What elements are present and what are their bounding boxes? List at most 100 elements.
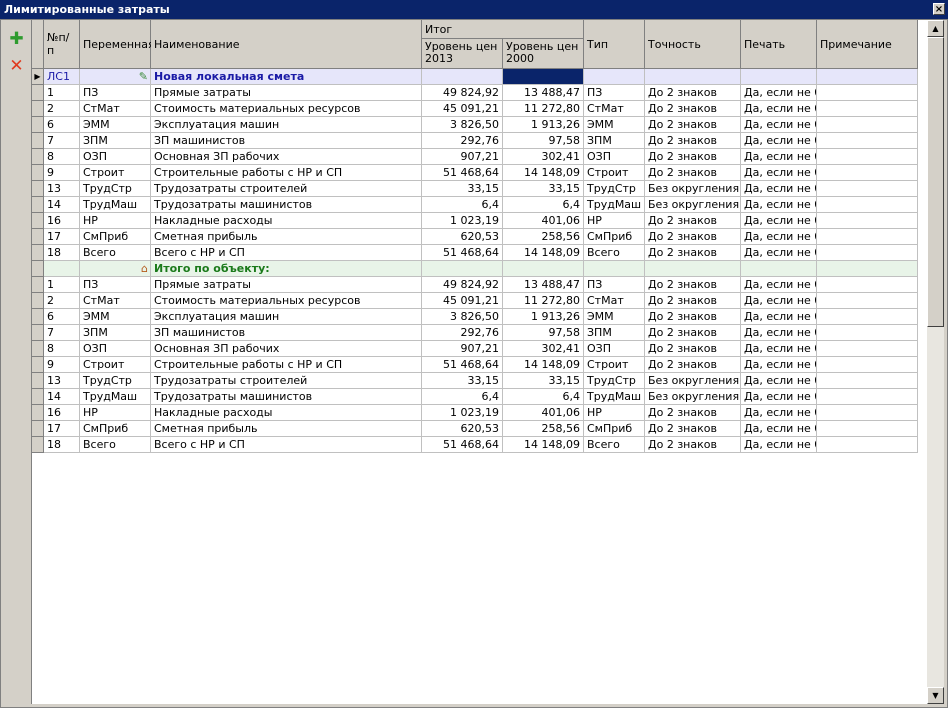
cell-print[interactable]: Да, если не 0: [741, 133, 817, 149]
table-row[interactable]: 18 Всего Всего с НР и СП 51 468,64 14 148,09…: [44, 245, 918, 261]
cell-print[interactable]: Да, если не 0: [741, 325, 817, 341]
row-indicator[interactable]: [32, 437, 44, 453]
cell-note[interactable]: [817, 325, 918, 341]
cell-variable[interactable]: ЗПМ: [80, 325, 151, 341]
table-row[interactable]: 14 ТрудМаш Трудозатраты машинистов 6,4 6,4 Тр…: [44, 197, 918, 213]
cell-name[interactable]: Строительные работы с НР и СП: [151, 165, 422, 181]
cell-variable[interactable]: ЗПМ: [80, 133, 151, 149]
cell-print[interactable]: Да, если не 0: [741, 213, 817, 229]
cell-type[interactable]: НР: [584, 213, 645, 229]
group-cell-name[interactable]: Новая локальная смета: [151, 69, 422, 85]
table-row[interactable]: 16 НР Накладные расходы 1 023,19 401,06 НР До …: [44, 213, 918, 229]
cell-precision[interactable]: До 2 знаков: [645, 85, 741, 101]
cell-variable[interactable]: ТрудМаш: [80, 389, 151, 405]
cell-precision[interactable]: До 2 знаков: [645, 437, 741, 453]
cell-level-2013[interactable]: 45 091,21: [422, 101, 503, 117]
cell-print[interactable]: Да, если не 0: [741, 117, 817, 133]
cell-level-2000[interactable]: 401,06: [503, 405, 584, 421]
table-row[interactable]: 1 ПЗ Прямые затраты 49 824,92 13 488,47 ПЗ До …: [44, 277, 918, 293]
group-cell-level-2000[interactable]: [503, 69, 584, 85]
cell-print[interactable]: Да, если не 0: [741, 229, 817, 245]
cell-name[interactable]: Эксплуатация машин: [151, 309, 422, 325]
table-row[interactable]: 18 Всего Всего с НР и СП 51 468,64 14 148,09…: [44, 437, 918, 453]
cell-note[interactable]: [817, 181, 918, 197]
cell-note[interactable]: [817, 405, 918, 421]
cell-type[interactable]: ЭММ: [584, 117, 645, 133]
row-indicator[interactable]: [32, 357, 44, 373]
cell-variable[interactable]: СтМат: [80, 293, 151, 309]
cell-print[interactable]: Да, если не 0: [741, 181, 817, 197]
cell-variable[interactable]: Всего: [80, 245, 151, 261]
cell-num[interactable]: 8: [44, 149, 80, 165]
cell-type[interactable]: СмПриб: [584, 421, 645, 437]
cell-name[interactable]: Трудозатраты строителей: [151, 181, 422, 197]
col-header-level-2000[interactable]: Уровень цен 2000: [503, 39, 584, 69]
cell-print[interactable]: Да, если не 0: [741, 85, 817, 101]
cell-variable[interactable]: ПЗ: [80, 85, 151, 101]
cell-level-2013[interactable]: 33,15: [422, 373, 503, 389]
cell-num[interactable]: 17: [44, 229, 80, 245]
cell-type[interactable]: СмПриб: [584, 229, 645, 245]
cell-name[interactable]: Стоимость материальных ресурсов: [151, 293, 422, 309]
cell-print[interactable]: Да, если не 0: [741, 437, 817, 453]
row-indicator[interactable]: [32, 261, 44, 277]
cell-precision[interactable]: До 2 знаков: [645, 293, 741, 309]
scroll-up-button[interactable]: ▲: [927, 20, 944, 37]
cell-level-2013[interactable]: 3 826,50: [422, 309, 503, 325]
cell-type[interactable]: ПЗ: [584, 85, 645, 101]
cell-name[interactable]: Прямые затраты: [151, 85, 422, 101]
cell-num[interactable]: 18: [44, 245, 80, 261]
cell-precision[interactable]: Без округления: [645, 389, 741, 405]
cell-num[interactable]: 2: [44, 293, 80, 309]
cell-type[interactable]: ЗПМ: [584, 133, 645, 149]
cell-level-2000[interactable]: 14 148,09: [503, 245, 584, 261]
table-row[interactable]: 7 ЗПМ ЗП машинистов 292,76 97,58 ЗПМ До 2 знак…: [44, 133, 918, 149]
cell-level-2013[interactable]: 620,53: [422, 421, 503, 437]
cell-type[interactable]: Всего: [584, 245, 645, 261]
cell-level-2000[interactable]: 33,15: [503, 373, 584, 389]
cell-variable[interactable]: ТрудМаш: [80, 197, 151, 213]
group-cell-level-2013[interactable]: [422, 261, 503, 277]
row-indicator[interactable]: ▶: [32, 69, 44, 85]
vertical-scrollbar[interactable]: ▲ ▼: [927, 20, 944, 704]
cell-level-2000[interactable]: 258,56: [503, 229, 584, 245]
col-header-variable[interactable]: Переменная: [80, 20, 155, 69]
row-indicator[interactable]: [32, 85, 44, 101]
cell-num[interactable]: 14: [44, 197, 80, 213]
cell-note[interactable]: [817, 309, 918, 325]
group-cell-note[interactable]: [817, 69, 918, 85]
cell-variable[interactable]: СтМат: [80, 101, 151, 117]
cell-precision[interactable]: До 2 знаков: [645, 165, 741, 181]
cell-variable[interactable]: Строит: [80, 357, 151, 373]
group-cell-variable[interactable]: ⌂: [80, 261, 151, 277]
table-row[interactable]: 13 ТрудСтр Трудозатраты строителей 33,15 33,…: [44, 373, 918, 389]
cell-name[interactable]: Трудозатраты машинистов: [151, 197, 422, 213]
cell-variable[interactable]: ПЗ: [80, 277, 151, 293]
cell-num[interactable]: 13: [44, 373, 80, 389]
scroll-down-button[interactable]: ▼: [927, 687, 944, 704]
table-row[interactable]: 9 Строит Строительные работы с НР и СП 51 4…: [44, 357, 918, 373]
cell-level-2013[interactable]: 620,53: [422, 229, 503, 245]
row-indicator[interactable]: [32, 245, 44, 261]
cell-num[interactable]: 6: [44, 309, 80, 325]
table-row[interactable]: 2 СтМат Стоимость материальных ресурсов 45 …: [44, 101, 918, 117]
cell-name[interactable]: Строительные работы с НР и СП: [151, 357, 422, 373]
row-indicator[interactable]: [32, 421, 44, 437]
group-cell-type[interactable]: [584, 69, 645, 85]
cell-note[interactable]: [817, 229, 918, 245]
cell-note[interactable]: [817, 389, 918, 405]
group-cell-name[interactable]: Итого по объекту:: [151, 261, 422, 277]
cell-num[interactable]: 17: [44, 421, 80, 437]
row-indicator[interactable]: [32, 213, 44, 229]
group-row-object[interactable]: ⌂ Итого по объекту:: [44, 261, 918, 277]
cell-name[interactable]: Накладные расходы: [151, 405, 422, 421]
cell-level-2000[interactable]: 6,4: [503, 389, 584, 405]
row-indicator[interactable]: [32, 277, 44, 293]
scroll-thumb[interactable]: [927, 37, 944, 327]
cell-note[interactable]: [817, 357, 918, 373]
cell-variable[interactable]: ТрудСтр: [80, 373, 151, 389]
costs-grid[interactable]: №п/п Переменная Наименование Итог Уровен…: [31, 20, 928, 704]
cell-precision[interactable]: До 2 знаков: [645, 357, 741, 373]
cell-precision[interactable]: До 2 знаков: [645, 101, 741, 117]
cell-precision[interactable]: До 2 знаков: [645, 309, 741, 325]
